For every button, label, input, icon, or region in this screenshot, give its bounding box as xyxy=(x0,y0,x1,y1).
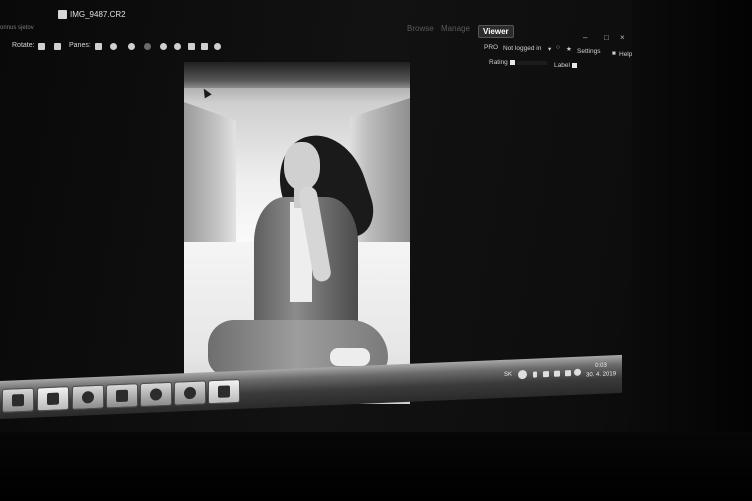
tray-expand-icon[interactable] xyxy=(533,371,537,378)
chrome-icon[interactable] xyxy=(140,381,172,408)
rotate-right-icon[interactable] xyxy=(54,43,61,50)
monitor-bezel-bottom xyxy=(0,432,752,501)
pane-layout-icon[interactable] xyxy=(95,43,102,50)
fit-screen-icon[interactable] xyxy=(188,43,195,50)
monitor-screen: IMG_9487.CR2 onnus sjetov – □ × Browse M… xyxy=(0,0,752,501)
battery-icon[interactable] xyxy=(554,370,560,377)
zoner-icon[interactable] xyxy=(208,378,240,405)
system-clock[interactable]: 0:03 30. 4. 2019 xyxy=(586,361,616,380)
tab-manage[interactable]: Manage xyxy=(441,24,470,33)
rotate-left-icon[interactable] xyxy=(38,43,45,50)
zoom-in-icon[interactable] xyxy=(160,43,167,50)
eye-icon[interactable] xyxy=(110,43,117,50)
photo-background-trees xyxy=(184,62,410,88)
lock-icon[interactable] xyxy=(144,43,151,50)
title-bar: IMG_9487.CR2 xyxy=(0,4,632,22)
fullscreen-icon[interactable] xyxy=(214,43,221,50)
tab-browse[interactable]: Browse xyxy=(407,24,434,33)
dropdown-icon[interactable]: ▾ xyxy=(548,45,551,53)
rating-checkbox[interactable] xyxy=(509,59,515,65)
photo-subject-face xyxy=(284,142,320,190)
steam-icon[interactable] xyxy=(174,380,206,406)
rating-label: Rating xyxy=(489,59,508,66)
security-icon[interactable] xyxy=(518,369,527,380)
rating-field[interactable]: Rating xyxy=(489,59,515,66)
monitor-bezel-right xyxy=(632,0,752,501)
flag-icon[interactable] xyxy=(565,370,571,377)
label-checkbox[interactable] xyxy=(571,62,577,68)
actual-size-icon[interactable] xyxy=(201,43,208,50)
help-icon[interactable]: ■ xyxy=(612,50,616,57)
photo-subject-shoe xyxy=(330,348,370,366)
notification-icon[interactable]: ○ xyxy=(556,44,560,51)
label-label: Label xyxy=(554,62,570,69)
panes-label: Panes: xyxy=(69,42,91,49)
ie-icon[interactable] xyxy=(72,384,104,410)
sync-icon[interactable]: ★ xyxy=(566,45,572,53)
zoom-out-icon[interactable] xyxy=(174,43,181,50)
pro-badge: PRO xyxy=(484,44,499,51)
tab-viewer[interactable]: Viewer xyxy=(478,25,514,38)
help-link[interactable]: Help xyxy=(619,51,632,58)
app-icon xyxy=(58,10,67,19)
label-field[interactable]: Label xyxy=(554,62,577,69)
account-menu[interactable]: Not logged in xyxy=(503,45,541,52)
media-player-icon[interactable] xyxy=(106,383,138,409)
photo-viewer[interactable] xyxy=(184,62,410,404)
settings-link[interactable]: Settings xyxy=(577,48,601,55)
rotate-label: Rotate: xyxy=(12,42,35,49)
store-icon[interactable] xyxy=(37,386,69,412)
side-label: onnus sjetov xyxy=(0,25,34,31)
volume-icon[interactable] xyxy=(574,368,581,376)
language-indicator[interactable]: SK xyxy=(504,372,512,378)
window-title: IMG_9487.CR2 xyxy=(70,10,126,19)
clock-date: 30. 4. 2019 xyxy=(586,371,617,379)
windows-start-icon[interactable] xyxy=(2,387,34,413)
network-icon[interactable] xyxy=(543,370,549,378)
rating-stars[interactable] xyxy=(517,61,547,65)
info-icon[interactable] xyxy=(128,43,135,50)
